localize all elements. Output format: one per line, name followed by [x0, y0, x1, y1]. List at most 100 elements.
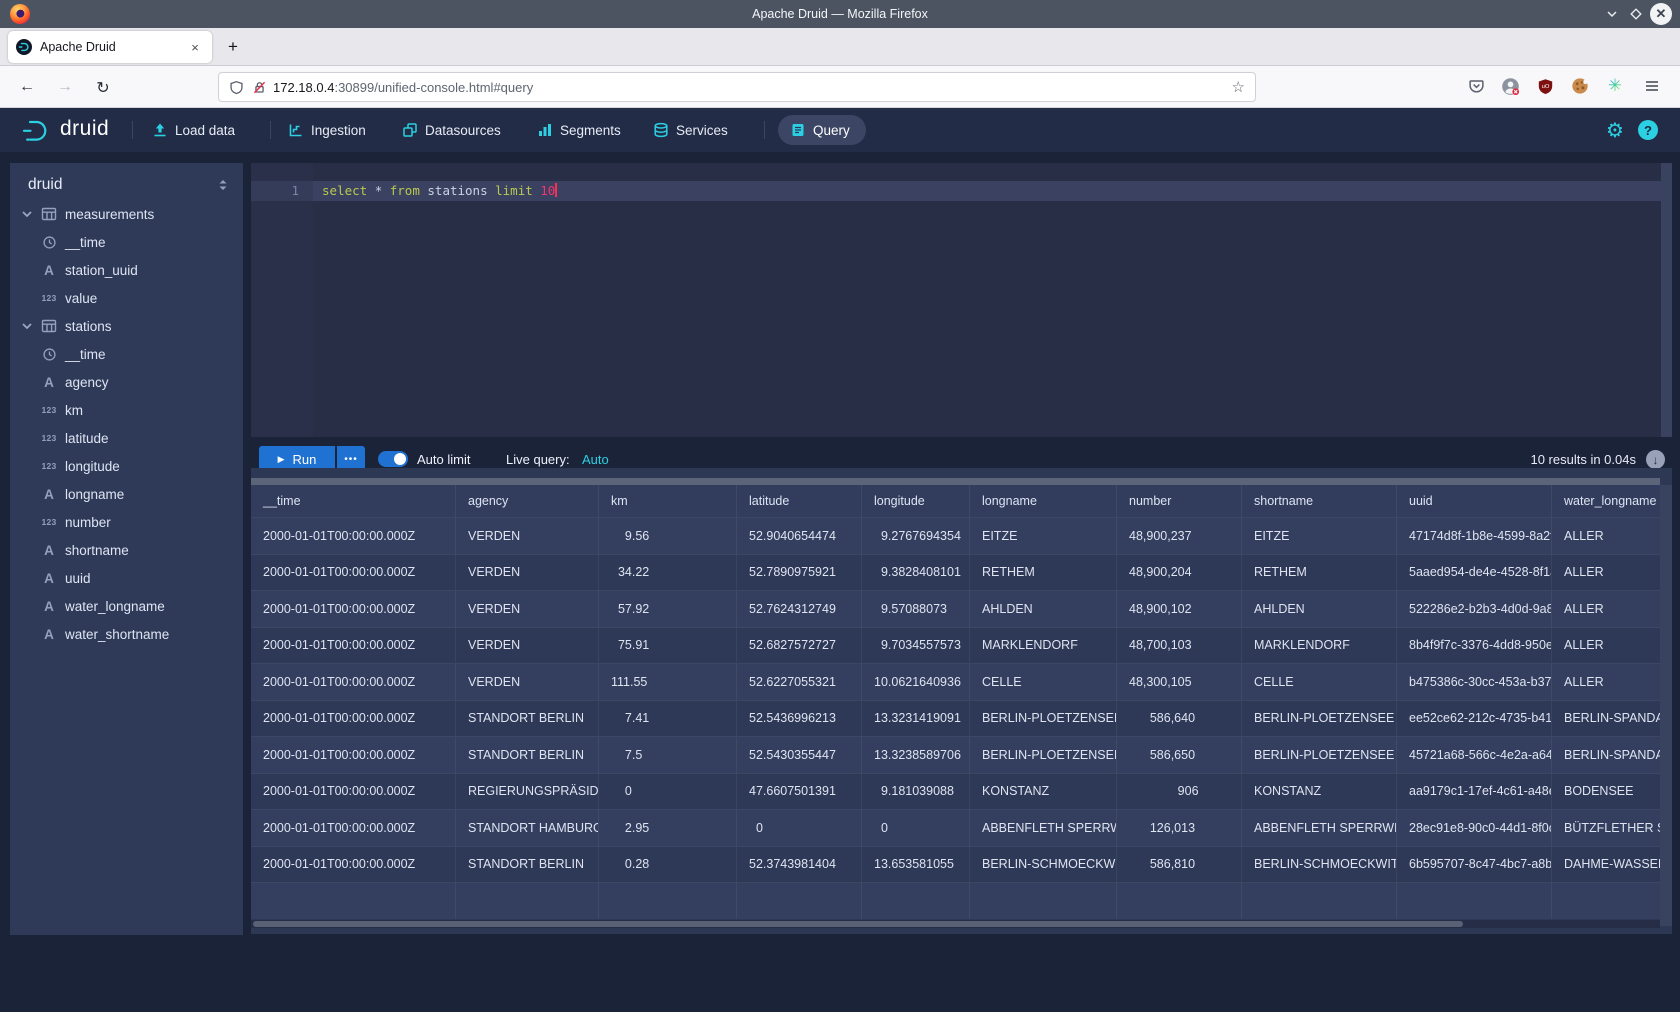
cell-longitude[interactable]: 0 [862, 810, 970, 846]
cell-water_longname[interactable]: ALLER [1552, 664, 1660, 700]
tree-column-station_uuid[interactable]: Astation_uuid [10, 256, 243, 284]
cell-shortname[interactable]: CELLE [1242, 664, 1397, 700]
scrollbar-thumb[interactable] [253, 921, 1463, 927]
cookie-icon[interactable] [1568, 74, 1592, 98]
cell-number[interactable]: 48,900,237 [1117, 518, 1242, 554]
nav-item-services[interactable]: Services [653, 115, 728, 145]
cell-latitude[interactable]: 52.5430355447 [737, 737, 862, 773]
cell-shortname[interactable]: BERLIN-PLOETZENSEE UW [1242, 737, 1397, 773]
ublock-icon[interactable]: uO [1533, 74, 1557, 98]
cell-number[interactable]: 48,900,102 [1117, 591, 1242, 627]
cell-shortname[interactable]: ABBENFLETH SPERRWERK [1242, 810, 1397, 846]
cell-agency[interactable]: REGIERUNGSPRÄSIDIUM TÜBINGEN [456, 774, 599, 810]
cell-uuid[interactable]: 28ec91e8-90c0-44d1-8f0c [1397, 810, 1552, 846]
schema-header[interactable]: druid [10, 171, 243, 199]
cell-longname[interactable]: BERLIN-PLOETZENSEE OW [970, 701, 1117, 737]
tree-column-water_longname[interactable]: Awater_longname [10, 592, 243, 620]
cell-agency[interactable]: VERDEN [456, 591, 599, 627]
cell-shortname[interactable]: BERLIN-PLOETZENSEE OW [1242, 701, 1397, 737]
cell-agency[interactable]: VERDEN [456, 518, 599, 554]
cell-km[interactable]: 7.41 [599, 701, 737, 737]
cell-__time[interactable]: 2000-01-01T00:00:00.000Z [251, 847, 456, 883]
column-header-longitude[interactable]: longitude [862, 485, 970, 517]
cell-__time[interactable]: 2000-01-01T00:00:00.000Z [251, 628, 456, 664]
cell-longname[interactable]: CELLE [970, 664, 1117, 700]
cell-longname[interactable]: KONSTANZ [970, 774, 1117, 810]
column-header-uuid[interactable]: uuid [1397, 485, 1552, 517]
cell-agency[interactable]: STANDORT BERLIN [456, 847, 599, 883]
url-bar[interactable]: 172.18.0.4:30899/unified-console.html#qu… [218, 72, 1256, 102]
live-query-value[interactable]: Auto [582, 452, 609, 467]
cell-water_longname[interactable]: BERLIN-SPANDAUER-SCHIFFFAHRTSKANAL [1552, 737, 1660, 773]
cell-longname[interactable]: BERLIN-PLOETZENSEE UW [970, 737, 1117, 773]
cell-water_longname[interactable]: BODENSEE [1552, 774, 1660, 810]
cell-uuid[interactable]: ee52ce62-212c-4735-b41c [1397, 701, 1552, 737]
cell-__time[interactable]: 2000-01-01T00:00:00.000Z [251, 701, 456, 737]
cell-shortname[interactable]: MARKLENDORF [1242, 628, 1397, 664]
tree-column-longname[interactable]: Alongname [10, 480, 243, 508]
cell-number[interactable]: 586,810 [1117, 847, 1242, 883]
cell-agency[interactable]: VERDEN [456, 628, 599, 664]
cell-shortname[interactable]: BERLIN-SCHMOECKWITZ [1242, 847, 1397, 883]
column-header-water_longname[interactable]: water_longname [1552, 485, 1660, 517]
caret-sort-icon[interactable] [215, 177, 231, 193]
tree-column-agency[interactable]: Aagency [10, 368, 243, 396]
cell-__time[interactable]: 2000-01-01T00:00:00.000Z [251, 555, 456, 591]
cell-uuid[interactable]: aa9179c1-17ef-4c61-a48e [1397, 774, 1552, 810]
tree-column-__time[interactable]: __time [10, 228, 243, 256]
column-header-__time[interactable]: __time [251, 485, 456, 517]
tree-column-uuid[interactable]: Auuid [10, 564, 243, 592]
window-close-button[interactable]: ✕ [1650, 3, 1672, 25]
cell-uuid[interactable]: 45721a68-566c-4e2a-a64b [1397, 737, 1552, 773]
tree-column-shortname[interactable]: Ashortname [10, 536, 243, 564]
results-scrollbar-gutter[interactable] [1660, 485, 1672, 926]
bookmark-star-icon[interactable]: ☆ [1232, 78, 1245, 96]
cell-km[interactable]: 57.92 [599, 591, 737, 627]
cell-longitude[interactable]: 9.181039088 [862, 774, 970, 810]
cell-longitude[interactable]: 9.7034557573 [862, 628, 970, 664]
tab-close-icon[interactable]: × [186, 40, 204, 55]
cell-number[interactable]: 48,700,103 [1117, 628, 1242, 664]
cell-number[interactable]: 906 [1117, 774, 1242, 810]
window-maximize-button[interactable] [1626, 4, 1646, 24]
reload-button[interactable]: ↻ [90, 74, 116, 100]
nav-item-datasources[interactable]: Datasources [402, 115, 501, 145]
cell-agency[interactable]: STANDORT HAMBURG [456, 810, 599, 846]
cell-longitude[interactable]: 13.3238589706 [862, 737, 970, 773]
cell-agency[interactable]: STANDORT BERLIN [456, 701, 599, 737]
shield-icon[interactable] [229, 80, 244, 95]
new-tab-button[interactable]: + [222, 36, 244, 58]
cell-number[interactable]: 48,900,204 [1117, 555, 1242, 591]
cell-latitude[interactable]: 52.6227055321 [737, 664, 862, 700]
insecure-lock-icon[interactable] [252, 80, 267, 95]
cell-km[interactable]: 75.91 [599, 628, 737, 664]
cell-uuid[interactable]: b475386c-30cc-453a-b37d [1397, 664, 1552, 700]
menu-icon[interactable] [1640, 74, 1664, 98]
tree-column-km[interactable]: 123km [10, 396, 243, 424]
tree-column-value[interactable]: 123value [10, 284, 243, 312]
nav-item-load-data[interactable]: Load data [152, 115, 235, 145]
cell-km[interactable]: 9.56 [599, 518, 737, 554]
cell-latitude[interactable]: 52.7624312749 [737, 591, 862, 627]
cell-water_longname[interactable]: ALLER [1552, 591, 1660, 627]
cell-km[interactable]: 111.55 [599, 664, 737, 700]
cell-latitude[interactable]: 52.5436996213 [737, 701, 862, 737]
cell-km[interactable]: 0 [599, 774, 737, 810]
cell-__time[interactable]: 2000-01-01T00:00:00.000Z [251, 737, 456, 773]
column-header-longname[interactable]: longname [970, 485, 1117, 517]
sql-query-text[interactable]: select * from stations limit 10 [322, 181, 557, 201]
auto-limit-toggle[interactable] [378, 451, 408, 467]
cell-number[interactable]: 48,300,105 [1117, 664, 1242, 700]
cell-water_longname[interactable]: ALLER [1552, 628, 1660, 664]
cell-water_longname[interactable]: ALLER [1552, 518, 1660, 554]
cell-longitude[interactable]: 9.3828408101 [862, 555, 970, 591]
column-header-km[interactable]: km [599, 485, 737, 517]
results-bottom-scrollbar[interactable] [251, 920, 1660, 928]
cell-agency[interactable]: VERDEN [456, 555, 599, 591]
cell-longname[interactable]: ABBENFLETH SPERRWERK [970, 810, 1117, 846]
cell-latitude[interactable]: 47.6607501391 [737, 774, 862, 810]
cell-agency[interactable]: STANDORT BERLIN [456, 737, 599, 773]
cell-longname[interactable]: EITZE [970, 518, 1117, 554]
cell-uuid[interactable]: 6b595707-8c47-4bc7-a8b2 [1397, 847, 1552, 883]
nav-item-ingestion[interactable]: Ingestion [288, 115, 366, 145]
